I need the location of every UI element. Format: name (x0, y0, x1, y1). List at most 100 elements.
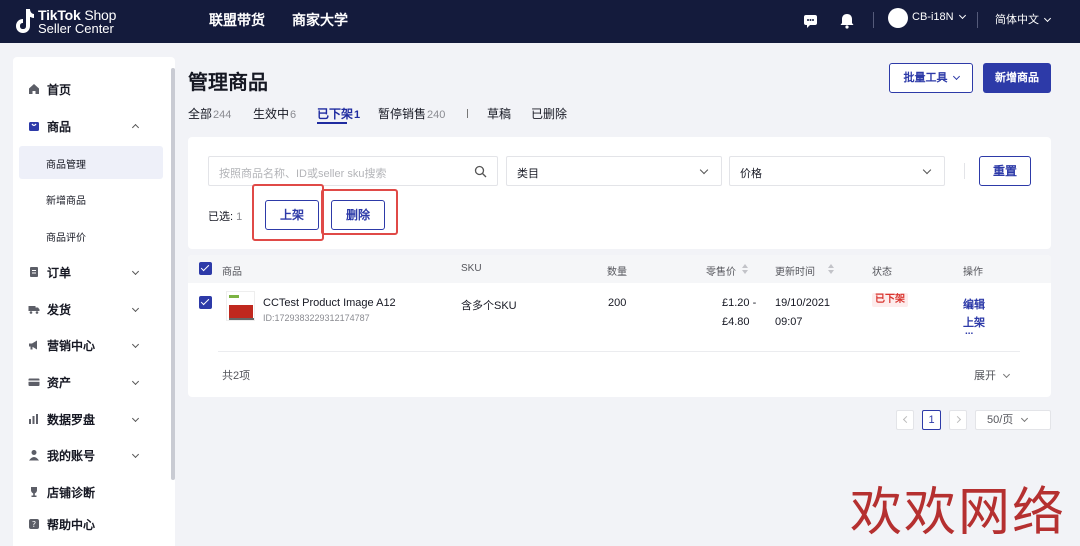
chart-icon (29, 414, 38, 424)
prev-page-button[interactable] (896, 410, 914, 430)
chevron-up-icon (131, 123, 140, 132)
help-icon: ? (29, 519, 39, 529)
sidebar-item-product-management[interactable]: 商品管理 (19, 146, 163, 179)
active-tab-indicator (317, 122, 347, 124)
tab-all[interactable]: 全部244 (188, 105, 231, 122)
reset-button[interactable]: 重置 (979, 156, 1031, 186)
divider (964, 163, 965, 179)
sidebar-item-orders[interactable]: 订单 (13, 255, 163, 289)
sidebar-item-assets[interactable]: 资产 (13, 365, 163, 399)
trophy-icon (31, 487, 37, 497)
category-select[interactable]: 类目 (506, 156, 722, 186)
sidebar-item-product-reviews[interactable]: 商品评价 (19, 219, 163, 252)
bell-icon[interactable] (838, 12, 856, 30)
search-icon[interactable] (474, 165, 487, 178)
home-icon (29, 84, 39, 94)
sidebar-item-products[interactable]: 商品 (13, 109, 163, 143)
row-checkbox[interactable] (199, 296, 212, 309)
product-thumbnail[interactable] (226, 291, 255, 321)
chevron-down-icon (131, 414, 140, 423)
sidebar-item-data-compass[interactable]: 数据罗盘 (13, 402, 163, 436)
product-id: ID:1729383229312174787 (263, 313, 370, 323)
more-actions-link[interactable]: ... (965, 326, 973, 337)
column-header-updated[interactable]: 更新时间 (775, 263, 815, 278)
select-all-checkbox[interactable] (199, 262, 212, 275)
price-range-high: £4.80 (722, 316, 750, 328)
megaphone-icon (29, 340, 37, 350)
chevron-down-icon (952, 72, 960, 81)
column-header-quantity: 数量 (607, 267, 627, 278)
tab-deleted[interactable]: 已删除 (531, 105, 567, 122)
tiktok-logo-icon (16, 9, 34, 33)
tab-drafts[interactable]: 草稿 (487, 105, 511, 122)
language-selector[interactable]: 简体中文 (995, 11, 1052, 27)
sidebar-item-my-account[interactable]: 我的账号 (13, 438, 163, 472)
divider (977, 12, 978, 28)
table-header: 商品 SKU 数量 零售价 更新时间 状态 操作 (188, 255, 1051, 283)
sidebar-item-shipping[interactable]: 发货 (13, 292, 163, 326)
delete-button[interactable]: 删除 (331, 200, 385, 230)
sidebar-item-marketing[interactable]: 营销中心 (13, 328, 163, 362)
logo-text-line2: Seller Center (38, 21, 114, 36)
batch-tools-button[interactable]: 批量工具 (889, 63, 973, 93)
selected-count: 已选: 1 (208, 211, 243, 223)
sidebar-item-add-product[interactable]: 新增商品 (19, 182, 163, 215)
chevron-down-icon (131, 340, 140, 349)
add-product-button[interactable]: 新增商品 (983, 63, 1051, 93)
column-header-status: 状态 (872, 267, 892, 278)
top-navigation-bar: TikTok Shop Seller Center 联盟带货 商家大学 CB-i… (0, 0, 1080, 43)
chevron-down-icon (131, 267, 140, 276)
sidebar-item-help-center[interactable]: ? 帮助中心 (13, 507, 163, 541)
updated-time: 09:07 (775, 316, 803, 328)
product-name[interactable]: CCTest Product Image A12 (263, 297, 396, 309)
chevron-down-icon (1043, 14, 1052, 23)
sidebar: 首页 商品 商品管理 新增商品 商品评价 订单 发货 营销中心 资产 数据罗盘 (13, 57, 175, 546)
price-select[interactable]: 价格 (729, 156, 945, 186)
sidebar-scrollbar[interactable] (171, 68, 175, 480)
column-header-sku: SKU (461, 263, 482, 274)
wallet-icon (28, 378, 40, 386)
sidebar-item-store-diagnosis[interactable]: 店铺诊断 (13, 475, 163, 509)
tab-suspended[interactable]: 暂停销售240 (378, 105, 445, 122)
divider (873, 12, 874, 28)
expand-toggle[interactable]: 展开 (974, 367, 1011, 383)
page-size-select[interactable]: 50/页 (975, 410, 1051, 430)
user-icon (29, 450, 39, 461)
order-icon (30, 267, 38, 277)
chevron-left-icon (902, 415, 911, 424)
watermark: 欢欢网络 (850, 483, 1067, 543)
tab-delisted[interactable]: 已下架1 (317, 105, 360, 122)
search-input[interactable]: 按照商品名称、ID或seller sku搜索 (208, 156, 498, 186)
sort-icon[interactable] (742, 264, 748, 274)
sidebar-item-home[interactable]: 首页 (13, 72, 163, 106)
sort-icon[interactable] (828, 264, 834, 274)
chevron-down-icon (1002, 370, 1011, 379)
list-button[interactable]: 上架 (265, 200, 319, 230)
sku-value: 含多个SKU (461, 300, 517, 312)
svg-text:?: ? (32, 520, 36, 529)
next-page-button[interactable] (949, 410, 967, 430)
chat-icon[interactable] (802, 12, 820, 30)
price-range-low: £1.20 - (722, 297, 757, 309)
page-number-button[interactable]: 1 (922, 410, 941, 430)
nav-affiliate[interactable]: 联盟带货 (209, 10, 265, 30)
chevron-down-icon (131, 377, 140, 386)
total-count: 共2项 (222, 370, 251, 382)
product-table: 商品 SKU 数量 零售价 更新时间 状态 操作 CCTest Product … (188, 255, 1051, 397)
nav-seller-university[interactable]: 商家大学 (292, 10, 348, 30)
account-menu[interactable]: CB-i18N (912, 11, 966, 23)
chevron-down-icon (958, 11, 966, 20)
chevron-down-icon (131, 304, 140, 313)
chevron-down-icon (699, 165, 709, 175)
avatar[interactable] (888, 8, 908, 28)
product-bag-icon (29, 122, 39, 131)
page-title: 管理商品 (188, 72, 268, 94)
status-badge: 已下架 (872, 293, 908, 307)
tiktok-shop-logo[interactable]: TikTok Shop Seller Center (12, 6, 122, 36)
updated-date: 19/10/2021 (775, 297, 831, 309)
column-header-price[interactable]: 零售价 (706, 263, 736, 278)
tab-active[interactable]: 生效中6 (253, 105, 296, 122)
column-header-product: 商品 (222, 267, 242, 278)
edit-link[interactable]: 编辑 (963, 296, 985, 312)
truck-icon (28, 306, 40, 314)
